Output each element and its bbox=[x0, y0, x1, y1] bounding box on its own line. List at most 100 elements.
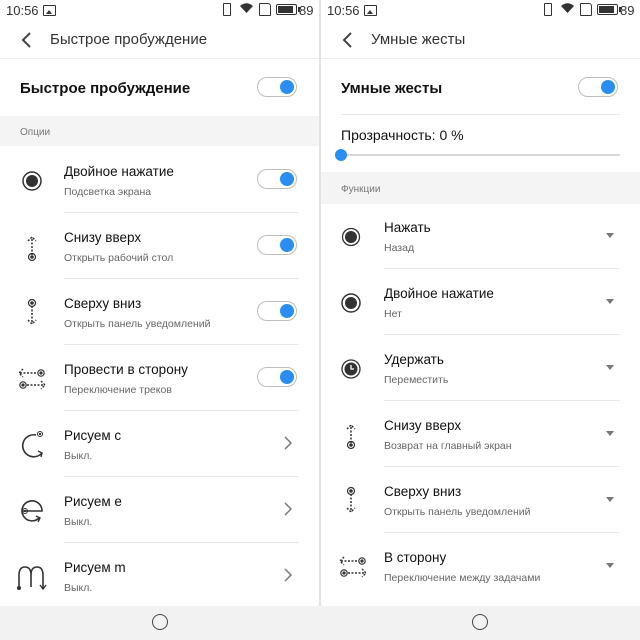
toggle-knob bbox=[280, 370, 294, 384]
battery-icon bbox=[276, 4, 300, 15]
divider bbox=[0, 58, 319, 59]
dropdown-arrow-icon[interactable] bbox=[606, 233, 614, 238]
item-subtitle: Нет bbox=[384, 308, 402, 320]
back-arrow-icon[interactable] bbox=[339, 30, 359, 50]
transparency-slider[interactable] bbox=[341, 154, 620, 156]
item-subtitle: Назад bbox=[384, 242, 415, 254]
item-toggle[interactable] bbox=[257, 301, 297, 321]
section-header: Функции bbox=[321, 172, 640, 204]
chevron-right-icon bbox=[284, 436, 293, 450]
wifi-icon bbox=[240, 3, 253, 13]
slider-handle[interactable] bbox=[335, 149, 347, 161]
section-title: Функции bbox=[341, 184, 381, 195]
status-bar: 10:56 89 bbox=[321, 0, 640, 22]
item-title: Сверху вниз bbox=[384, 484, 462, 499]
item-title: Рисуем с bbox=[64, 428, 122, 443]
transparency-row: Прозрачность: 0 % bbox=[321, 116, 640, 170]
list-item-swipe-down[interactable]: Сверху вниз Открыть панель уведомлений bbox=[321, 467, 640, 533]
dropdown-arrow-icon[interactable] bbox=[606, 497, 614, 502]
swipe-sideways-icon bbox=[18, 368, 46, 390]
list-item-double-tap[interactable]: Двойное нажатие Нет bbox=[321, 269, 640, 335]
dropdown-arrow-icon[interactable] bbox=[606, 365, 614, 370]
list-item-swipe-sideways[interactable]: Провести в сторону Переключение треков bbox=[0, 345, 319, 411]
page-title: Умные жесты bbox=[371, 31, 466, 48]
home-button-left[interactable] bbox=[152, 614, 168, 630]
back-arrow-icon[interactable] bbox=[18, 30, 38, 50]
tap-icon bbox=[341, 227, 361, 247]
item-subtitle: Выкл. bbox=[64, 450, 93, 462]
draw-m-icon bbox=[17, 566, 47, 591]
wifi-icon bbox=[561, 3, 574, 13]
item-title: В сторону bbox=[384, 550, 447, 565]
divider bbox=[321, 58, 640, 59]
list-item-swipe-down[interactable]: Сверху вниз Открыть панель уведомлений bbox=[0, 279, 319, 345]
sim-icon bbox=[580, 3, 592, 16]
navigation-bar bbox=[0, 606, 640, 640]
master-toggle[interactable] bbox=[578, 77, 618, 97]
item-subtitle: Выкл. bbox=[64, 516, 93, 528]
master-toggle-row[interactable]: Быстрое пробуждение bbox=[0, 66, 319, 112]
list-item-swipe-sideways[interactable]: В сторону Переключение между задачами bbox=[321, 533, 640, 599]
app-bar: Быстрое пробуждение bbox=[0, 22, 319, 58]
status-bar: 10:56 89 bbox=[0, 0, 319, 22]
item-title: Рисуем m bbox=[64, 560, 126, 575]
draw-e-icon bbox=[21, 500, 43, 523]
battery-level: 89 bbox=[620, 3, 635, 18]
item-title: Рисуем е bbox=[64, 494, 122, 509]
dropdown-arrow-icon[interactable] bbox=[606, 563, 614, 568]
home-button-right[interactable] bbox=[472, 614, 488, 630]
list-item-draw-e[interactable]: Рисуем е Выкл. bbox=[0, 477, 319, 543]
master-toggle[interactable] bbox=[257, 77, 297, 97]
list-item-draw-c[interactable]: Рисуем с Выкл. bbox=[0, 411, 319, 477]
item-toggle[interactable] bbox=[257, 235, 297, 255]
swipe-down-icon bbox=[346, 486, 356, 514]
section-header: Опции bbox=[0, 116, 319, 146]
swipe-up-icon bbox=[346, 423, 356, 450]
dropdown-arrow-icon[interactable] bbox=[606, 299, 614, 304]
item-toggle[interactable] bbox=[257, 169, 297, 189]
list-item-long-press[interactable]: Удержать Переместить bbox=[321, 335, 640, 401]
app-bar: Умные жесты bbox=[321, 22, 640, 58]
status-time: 10:56 bbox=[327, 3, 360, 18]
master-toggle-row[interactable]: Умные жесты bbox=[321, 66, 640, 112]
vibrate-icon bbox=[544, 3, 552, 16]
item-subtitle: Открыть панель уведомлений bbox=[64, 318, 211, 330]
list-item-draw-m[interactable]: Рисуем m Выкл. bbox=[0, 543, 319, 606]
image-notification-icon bbox=[43, 5, 56, 16]
vibrate-icon bbox=[223, 3, 231, 16]
item-title: Снизу вверх bbox=[64, 230, 142, 245]
image-notification-icon bbox=[364, 5, 377, 16]
quick-wake-screen: 10:56 89 Быстрое пробуждение Быстрое про… bbox=[0, 0, 319, 606]
toggle-knob bbox=[280, 238, 294, 252]
list-item-tap[interactable]: Нажать Назад bbox=[321, 203, 640, 269]
item-toggle[interactable] bbox=[257, 367, 297, 387]
dropdown-arrow-icon[interactable] bbox=[606, 431, 614, 436]
transparency-label: Прозрачность: 0 % bbox=[341, 127, 464, 143]
item-title: Провести в сторону bbox=[64, 362, 188, 377]
list-item-double-tap[interactable]: Двойное нажатие Подсветка экрана bbox=[0, 147, 319, 213]
chevron-right-icon bbox=[284, 502, 293, 516]
swipe-sideways-icon bbox=[339, 556, 367, 578]
item-subtitle: Переместить bbox=[384, 374, 449, 386]
master-toggle-label: Умные жесты bbox=[341, 80, 443, 97]
list-item-swipe-up[interactable]: Снизу вверх Возврат на главный экран bbox=[321, 401, 640, 467]
sim-icon bbox=[259, 3, 271, 16]
list-item-swipe-up[interactable]: Снизу вверх Открыть рабочий стол bbox=[0, 213, 319, 279]
toggle-knob bbox=[280, 172, 294, 186]
item-title: Двойное нажатие bbox=[64, 164, 174, 179]
smart-gestures-screen: 10:56 89 Умные жесты Умные жесты Прозрач… bbox=[321, 0, 640, 606]
battery-level: 89 bbox=[299, 3, 314, 18]
page-title: Быстрое пробуждение bbox=[50, 31, 208, 48]
swipe-down-icon bbox=[27, 298, 37, 326]
item-title: Двойное нажатие bbox=[384, 286, 494, 301]
item-subtitle: Возврат на главный экран bbox=[384, 440, 512, 452]
toggle-knob bbox=[601, 80, 615, 94]
item-title: Нажать bbox=[384, 220, 431, 235]
item-subtitle: Выкл. bbox=[64, 582, 93, 594]
draw-c-icon bbox=[21, 431, 43, 458]
item-subtitle: Открыть панель уведомлений bbox=[384, 506, 531, 518]
toggle-knob bbox=[280, 304, 294, 318]
long-press-icon bbox=[341, 359, 361, 379]
item-title: Сверху вниз bbox=[64, 296, 142, 311]
battery-icon bbox=[597, 4, 621, 15]
